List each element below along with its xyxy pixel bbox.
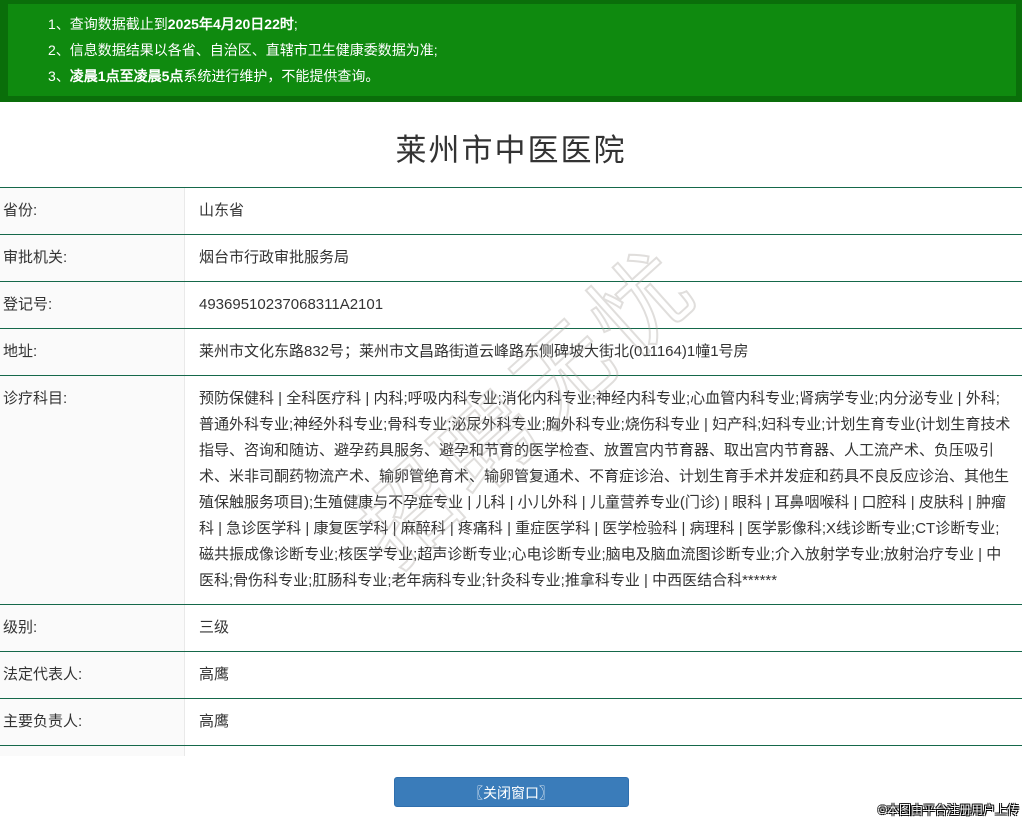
- notice-text-tail: ;: [294, 16, 298, 32]
- field-value: [185, 746, 1022, 756]
- notice-text-tail: 系统进行维护，不能提供查询。: [183, 68, 379, 84]
- notice-line: 2、信息数据结果以各省、自治区、直辖市卫生健康委数据为准;: [48, 37, 1016, 63]
- field-value: 预防保健科 | 全科医疗科 | 内科;呼吸内科专业;消化内科专业;神经内科专业;…: [185, 376, 1022, 604]
- field-label: 主要负责人:: [0, 699, 185, 745]
- field-value: 莱州市文化东路832号；莱州市文昌路街道云峰路东侧碑坡大街北(011164)1幢…: [185, 329, 1022, 375]
- notice-text: 信息数据结果以各省、自治区、直辖市卫生健康委数据为准;: [70, 42, 438, 58]
- button-row: 〖关闭窗口〗: [0, 777, 1022, 807]
- field-value: 高鹰: [185, 652, 1022, 698]
- notice-text: 查询数据截止到: [70, 16, 168, 32]
- field-value: 49369510237068311A2101: [185, 282, 1022, 328]
- table-row: 审批机关: 烟台市行政审批服务局: [0, 234, 1022, 281]
- close-window-button[interactable]: 〖关闭窗口〗: [394, 777, 629, 807]
- table-row: 登记号: 49369510237068311A2101: [0, 281, 1022, 328]
- notice-number: 2、: [48, 42, 70, 58]
- notice-line: 3、凌晨1点至凌晨5点系统进行维护，不能提供查询。: [48, 63, 1016, 89]
- table-row: [0, 745, 1022, 756]
- field-value: 烟台市行政审批服务局: [185, 235, 1022, 281]
- field-label: 地址:: [0, 329, 185, 375]
- table-row: 主要负责人: 高鹰: [0, 698, 1022, 745]
- field-label: 级别:: [0, 605, 185, 651]
- table-row: 地址: 莱州市文化东路832号；莱州市文昌路街道云峰路东侧碑坡大街北(01116…: [0, 328, 1022, 375]
- notice-bold-text: 凌晨1点至凌晨5点: [70, 68, 184, 84]
- field-label: 审批机关:: [0, 235, 185, 281]
- notice-number: 1、: [48, 16, 70, 32]
- field-label: 省份:: [0, 188, 185, 234]
- table-row: 诊疗科目: 预防保健科 | 全科医疗科 | 内科;呼吸内科专业;消化内科专业;神…: [0, 375, 1022, 604]
- field-label: 诊疗科目:: [0, 376, 185, 604]
- notice-banner: 1、查询数据截止到2025年4月20日22时; 2、信息数据结果以各省、自治区、…: [0, 0, 1022, 102]
- upload-credit: ©本图由平台注册用户上传: [878, 801, 1019, 818]
- field-label: 法定代表人:: [0, 652, 185, 698]
- notice-bold-text: 2025年4月20日22时: [168, 16, 294, 32]
- table-row: 省份: 山东省: [0, 187, 1022, 234]
- notice-line: 1、查询数据截止到2025年4月20日22时;: [48, 11, 1016, 37]
- table-row: 级别: 三级: [0, 604, 1022, 651]
- page-title: 莱州市中医医院: [0, 128, 1022, 173]
- field-value: 山东省: [185, 188, 1022, 234]
- notice-number: 3、: [48, 68, 70, 84]
- field-value: 高鹰: [185, 699, 1022, 745]
- info-table: 省份: 山东省 审批机关: 烟台市行政审批服务局 登记号: 4936951023…: [0, 187, 1022, 756]
- field-value: 三级: [185, 605, 1022, 651]
- table-row: 法定代表人: 高鹰: [0, 651, 1022, 698]
- field-label: [0, 746, 185, 756]
- field-label: 登记号:: [0, 282, 185, 328]
